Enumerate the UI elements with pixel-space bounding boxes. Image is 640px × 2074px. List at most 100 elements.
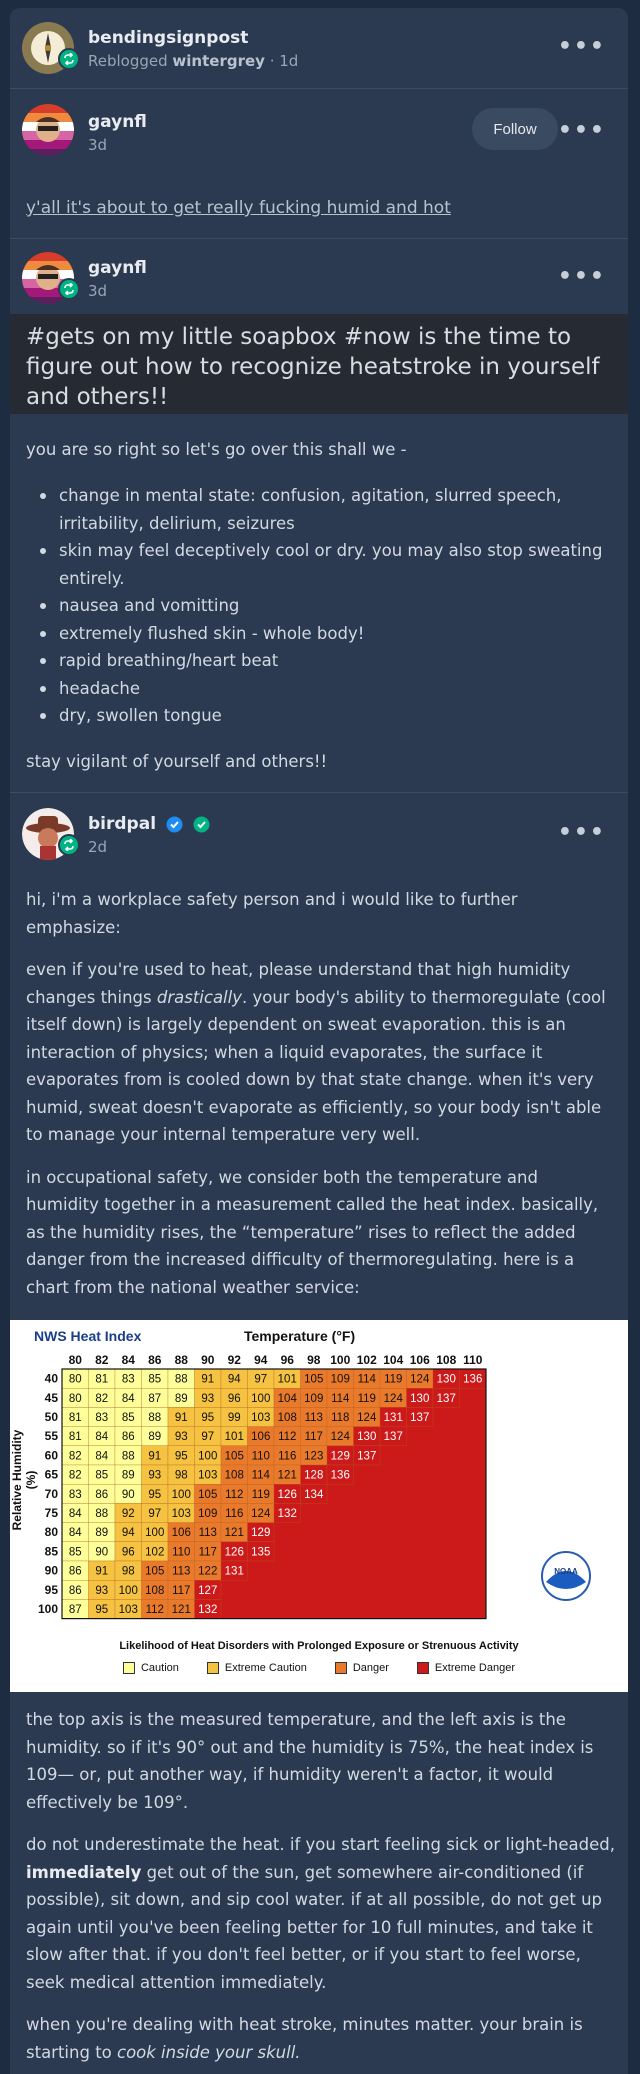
heat-cell-value: 134 [304, 1489, 324, 1501]
x-tick-label: 82 [95, 1353, 109, 1367]
more-options-icon[interactable]: ••• [558, 264, 606, 289]
x-tick-label: 106 [410, 1353, 430, 1367]
heat-cell-value: 96 [122, 1546, 135, 1558]
heat-cell-value: 124 [410, 1374, 430, 1386]
heat-cell-value: 114 [358, 1374, 377, 1386]
heat-cell-value: 85 [69, 1546, 82, 1558]
heat-cell-value: 124 [384, 1393, 404, 1405]
reblog2-age: 2d [88, 838, 108, 856]
heat-cell-value: 110 [252, 1450, 270, 1462]
reblog2-body-top: hi, i'm a workplace safety person and i … [26, 886, 616, 1316]
heat-cell-value: 80 [69, 1393, 82, 1405]
heat-cell-value: 100 [172, 1489, 191, 1501]
heat-cell-value: 83 [122, 1374, 135, 1386]
heat-cell-value: 108 [278, 1412, 297, 1424]
y-tick-label: 70 [45, 1487, 59, 1501]
heat-cell-value: 84 [95, 1431, 108, 1443]
y-tick-label: 95 [45, 1583, 59, 1597]
reblog-meta: Reblogged wintergrey · 1d [88, 52, 298, 70]
heat-cell-value: 93 [95, 1585, 108, 1597]
reblog2-header: birdpal 2d ••• [10, 796, 628, 876]
reblog-icon [58, 48, 80, 70]
heat-cell-value: 130 [437, 1374, 456, 1386]
more-options-icon[interactable]: ••• [558, 34, 606, 59]
heat-cell-value: 129 [251, 1527, 270, 1539]
heat-cell-value: 84 [122, 1393, 135, 1405]
heat-cell-value: 99 [228, 1412, 241, 1424]
symptom-list-item: extremely flushed skin - whole body! [26, 620, 616, 648]
heat-cell-value: 85 [95, 1470, 108, 1482]
heat-cell-value: 114 [252, 1470, 271, 1482]
reblog-icon [58, 278, 80, 300]
paragraph: when you're dealing with heat stroke, mi… [26, 2011, 616, 2066]
heat-cell-value: 119 [358, 1393, 376, 1405]
heat-cell-value: 137 [384, 1431, 403, 1443]
heat-cell-value: 137 [437, 1393, 456, 1405]
avatar[interactable] [22, 104, 74, 156]
more-options-icon[interactable]: ••• [558, 820, 606, 845]
heat-cell-value: 130 [410, 1393, 429, 1405]
legend-swatch [334, 1662, 347, 1674]
op-age: 3d [88, 136, 108, 154]
heat-cell-value: 135 [251, 1546, 270, 1558]
reblog-header: bendingsignpost Reblogged wintergrey · 1… [10, 8, 628, 88]
heat-cell-value: 90 [95, 1546, 108, 1558]
reblogger-username[interactable]: bendingsignpost [88, 28, 248, 48]
heat-cell-value: 136 [463, 1374, 482, 1386]
paragraph: hi, i'm a workplace safety person and i … [26, 890, 518, 937]
heat-cell-value: 103 [198, 1470, 217, 1482]
text-span: . your body's ability to thermoregulate … [26, 987, 606, 1145]
x-tick-label: 80 [69, 1353, 83, 1367]
heat-cell-value: 127 [198, 1585, 217, 1597]
text-span: do not underestimate the heat. if you st… [26, 1835, 615, 1854]
heat-cell-value: 116 [278, 1450, 296, 1462]
x-tick-label: 90 [201, 1353, 215, 1367]
follow-button[interactable]: Follow [472, 108, 558, 150]
heat-index-grid: 80 82 84 86 88 90 92 94 96 98 100 102 104 106 108 110 40… [38, 1353, 591, 1620]
heat-cell-value: 93 [148, 1470, 161, 1482]
legend-label: Extreme Danger [434, 1662, 516, 1674]
heat-cell-value: 97 [201, 1431, 214, 1443]
heat-cell-value: 84 [69, 1527, 82, 1539]
heat-cell-value: 131 [225, 1566, 244, 1578]
op-text-link[interactable]: y'all it's about to get really fucking h… [26, 198, 451, 218]
heat-cell-value: 131 [384, 1412, 403, 1424]
heat-cell-value: 80 [69, 1374, 82, 1386]
heat-cell-value: 108 [225, 1470, 244, 1482]
heat-cell-value: 124 [251, 1508, 271, 1520]
legend-label: Caution [140, 1662, 179, 1674]
heat-cell-value: 109 [331, 1374, 350, 1386]
heat-cell-value: 101 [225, 1431, 244, 1443]
y-tick-label: 50 [45, 1410, 59, 1424]
paragraph: do not underestimate the heat. if you st… [26, 1831, 616, 1996]
op-username[interactable]: gaynfl [88, 112, 147, 132]
heat-cell-value: 122 [198, 1566, 217, 1578]
divider [10, 88, 628, 89]
heat-cell-value: 126 [278, 1489, 297, 1501]
y-tick-label: 40 [45, 1372, 59, 1386]
heat-cell-value: 89 [148, 1431, 161, 1443]
heat-cell-value: 95 [148, 1489, 161, 1501]
heat-cell-value: 87 [69, 1604, 82, 1616]
symptom-list-item: nausea and vomitting [26, 592, 616, 620]
legend-label: Extreme Caution [224, 1662, 307, 1674]
heat-cell-value: 105 [198, 1489, 217, 1501]
heat-cell-value: 113 [172, 1566, 190, 1578]
more-options-icon[interactable]: ••• [558, 118, 606, 143]
heat-cell-value: 90 [122, 1489, 135, 1501]
legend-item: Extreme Caution [206, 1662, 307, 1674]
y-tick-label: 75 [45, 1506, 59, 1520]
heat-cell-value: 94 [122, 1527, 135, 1539]
reblog1-username[interactable]: gaynfl [88, 258, 147, 278]
heat-cell-value: 100 [251, 1393, 270, 1405]
heat-cell-value: 95 [175, 1450, 188, 1462]
x-tick-label: 94 [254, 1353, 268, 1367]
reblog2-username-row: birdpal [88, 814, 210, 834]
heat-cell-value: 97 [254, 1374, 267, 1386]
reblog2-username[interactable]: birdpal [88, 814, 156, 834]
reblogged-from-link[interactable]: wintergrey [172, 52, 265, 70]
heat-index-chart: NWS Heat Index Temperature (°F) Relative… [10, 1320, 628, 1692]
emphasis: cook inside your skull. [117, 2042, 301, 2062]
x-tick-label: 92 [228, 1353, 242, 1367]
legend-swatch [206, 1662, 219, 1674]
